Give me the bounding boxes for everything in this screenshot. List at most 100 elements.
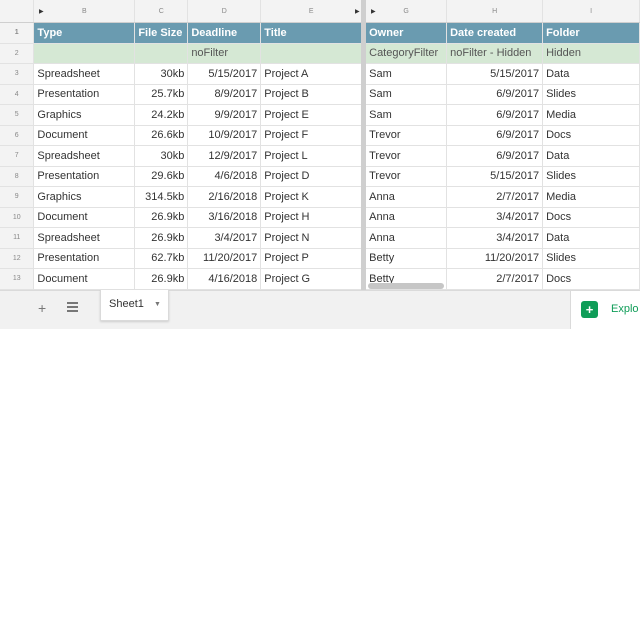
cell-title[interactable]: Project P [260, 248, 367, 269]
explore-button[interactable]: + Explo [570, 291, 640, 329]
all-sheets-list-icon[interactable] [67, 302, 78, 312]
cell-title[interactable]: Project L [260, 145, 367, 167]
header-cell-type[interactable]: Type [33, 22, 136, 44]
header-cell-file-size[interactable]: File Size [134, 22, 189, 44]
table-cell[interactable] [33, 43, 136, 64]
row-header[interactable]: 3 [0, 63, 35, 85]
cell-deadline[interactable]: 4/6/2018 [187, 166, 262, 187]
column-scroll-right-arrow[interactable]: ▶ [355, 8, 360, 15]
cell-folder[interactable]: Data [542, 63, 640, 85]
cell-deadline[interactable]: 12/9/2017 [187, 145, 262, 167]
cell-date-created[interactable]: 6/9/2017 [446, 84, 544, 105]
column-header-i[interactable]: I [542, 0, 640, 23]
row-header[interactable]: 10 [0, 207, 35, 228]
cell-owner[interactable]: Anna [363, 207, 448, 228]
cell-deadline[interactable]: 4/16/2018 [187, 268, 262, 290]
plus-icon[interactable]: + [38, 300, 46, 316]
cell-title[interactable]: Project B [260, 84, 367, 105]
column-header-c[interactable]: C [134, 0, 189, 23]
cell-owner[interactable]: Trevor [363, 145, 448, 167]
cell-folder[interactable]: Media [542, 186, 640, 208]
header-cell-deadline[interactable]: Deadline [187, 22, 262, 44]
cell-owner[interactable]: Anna [363, 227, 448, 249]
cell-folder[interactable]: Slides [542, 248, 640, 269]
cell-date-created[interactable]: 3/4/2017 [446, 207, 544, 228]
cell-title[interactable]: Project H [260, 207, 367, 228]
cell-deadline[interactable]: 11/20/2017 [187, 248, 262, 269]
row-header[interactable]: 1 [0, 22, 35, 44]
cell-date-created[interactable]: 5/15/2017 [446, 166, 544, 187]
cell-deadline[interactable]: 9/9/2017 [187, 104, 262, 126]
header-cell-owner[interactable]: Owner [363, 22, 448, 44]
cell-date-created[interactable]: 11/20/2017 [446, 248, 544, 269]
table-cell[interactable]: CategoryFilter [363, 43, 448, 64]
row-header[interactable]: 2 [0, 43, 35, 64]
table-cell[interactable] [134, 43, 189, 64]
cell-file-size[interactable]: 25.7kb [134, 84, 189, 105]
cell-deadline[interactable]: 10/9/2017 [187, 125, 262, 146]
header-cell-folder[interactable]: Folder [542, 22, 640, 44]
cell-file-size[interactable]: 30kb [134, 145, 189, 167]
cell-folder[interactable]: Docs [542, 207, 640, 228]
cell-file-size[interactable]: 62.7kb [134, 248, 189, 269]
cell-file-size[interactable]: 314.5kb [134, 186, 189, 208]
row-header[interactable]: 4 [0, 84, 35, 105]
cell-title[interactable]: Project F [260, 125, 367, 146]
row-header[interactable]: 7 [0, 145, 35, 167]
horizontal-scrollbar-thumb[interactable] [368, 283, 444, 289]
cell-folder[interactable]: Slides [542, 84, 640, 105]
row-header[interactable]: 8 [0, 166, 35, 187]
cell-file-size[interactable]: 26.6kb [134, 125, 189, 146]
cell-title[interactable]: Project G [260, 268, 367, 290]
column-header-d[interactable]: D [187, 0, 262, 23]
cell-file-size[interactable]: 26.9kb [134, 227, 189, 249]
cell-deadline[interactable]: 2/16/2018 [187, 186, 262, 208]
row-header[interactable]: 5 [0, 104, 35, 126]
cell-type[interactable]: Graphics [33, 186, 136, 208]
table-cell[interactable] [260, 43, 367, 64]
cell-type[interactable]: Spreadsheet [33, 63, 136, 85]
cell-file-size[interactable]: 26.9kb [134, 207, 189, 228]
cell-title[interactable]: Project E [260, 104, 367, 126]
cell-folder[interactable]: Docs [542, 268, 640, 290]
cell-folder[interactable]: Slides [542, 166, 640, 187]
cell-folder[interactable]: Data [542, 227, 640, 249]
cell-deadline[interactable]: 5/15/2017 [187, 63, 262, 85]
cell-type[interactable]: Presentation [33, 166, 136, 187]
row-header[interactable]: 9 [0, 186, 35, 208]
cell-deadline[interactable]: 3/16/2018 [187, 207, 262, 228]
cell-date-created[interactable]: 3/4/2017 [446, 227, 544, 249]
cell-type[interactable]: Document [33, 125, 136, 146]
cell-deadline[interactable]: 3/4/2017 [187, 227, 262, 249]
column-header-g[interactable]: G [363, 0, 448, 23]
cell-file-size[interactable]: 29.6kb [134, 166, 189, 187]
cell-title[interactable]: Project D [260, 166, 367, 187]
cell-type[interactable]: Graphics [33, 104, 136, 126]
cell-date-created[interactable]: 5/15/2017 [446, 63, 544, 85]
select-all-corner[interactable] [0, 0, 35, 23]
cell-folder[interactable]: Media [542, 104, 640, 126]
cell-date-created[interactable]: 2/7/2017 [446, 268, 544, 290]
chevron-down-icon[interactable]: ▼ [154, 301, 161, 308]
cell-type[interactable]: Document [33, 268, 136, 290]
cell-date-created[interactable]: 6/9/2017 [446, 104, 544, 126]
column-scroll-left-arrow[interactable]: ▶ [39, 8, 44, 15]
cell-folder[interactable]: Data [542, 145, 640, 167]
cell-file-size[interactable]: 24.2kb [134, 104, 189, 126]
cell-owner[interactable]: Betty [363, 248, 448, 269]
cell-title[interactable]: Project N [260, 227, 367, 249]
row-header[interactable]: 11 [0, 227, 35, 249]
column-scroll-left-arrow-frozen[interactable]: ▶ [371, 8, 376, 15]
cell-file-size[interactable]: 26.9kb [134, 268, 189, 290]
table-cell[interactable]: Hidden [542, 43, 640, 64]
cell-folder[interactable]: Docs [542, 125, 640, 146]
sheet-tab[interactable]: Sheet1 ▼ [100, 290, 169, 321]
spreadsheet-grid[interactable]: B C D E G H I 1 Type File Size Deadline … [0, 0, 640, 290]
cell-owner[interactable]: Trevor [363, 125, 448, 146]
cell-owner[interactable]: Sam [363, 104, 448, 126]
row-header[interactable]: 13 [0, 268, 35, 290]
cell-owner[interactable]: Sam [363, 63, 448, 85]
cell-date-created[interactable]: 6/9/2017 [446, 125, 544, 146]
table-cell[interactable]: noFilter [187, 43, 262, 64]
cell-date-created[interactable]: 6/9/2017 [446, 145, 544, 167]
